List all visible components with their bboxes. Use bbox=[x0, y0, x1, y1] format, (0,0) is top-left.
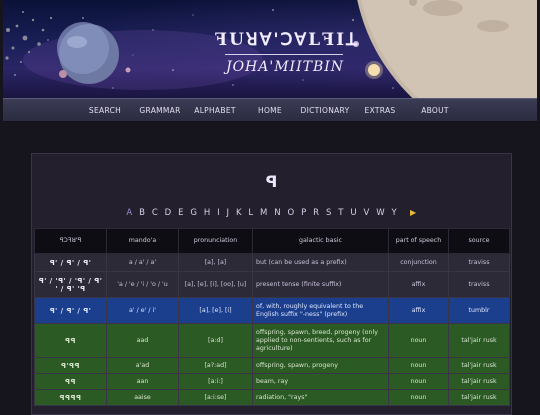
nav-dictionary[interactable]: DICTIONARY bbox=[298, 106, 353, 115]
letter-link-b[interactable]: B bbox=[139, 208, 145, 218]
letter-link-i[interactable]: I bbox=[217, 208, 220, 218]
cell-source[interactable]: tumblr bbox=[448, 297, 510, 324]
table-row[interactable]: ꟼ' / ꟼ' / ꟼ' a' / e' / i' [a], [e], [i] … bbox=[34, 297, 510, 324]
letter-link-t[interactable]: T bbox=[338, 208, 344, 218]
dictionary-table: ꟼꓛꟻꓤ'ꟼ mando'a pronunciation galactic ba… bbox=[34, 228, 510, 406]
cell-part-of-speech: noun bbox=[388, 389, 449, 406]
cell-mandoa: aaise bbox=[106, 389, 179, 406]
cell-galactic-basic: offspring, spawn, progeny bbox=[252, 357, 389, 374]
letter-link-a[interactable]: A bbox=[126, 208, 132, 218]
cell-glyph: ꟼ' / ꟼ' / ꟼ' bbox=[34, 253, 107, 272]
site-logo-title[interactable]: JOHA'MIITBIN bbox=[215, 59, 355, 75]
cell-pronunciation: [a], [e], [i], [oo], [u] bbox=[178, 271, 253, 298]
table-row[interactable]: ꟼ'ꟼꟼ a'ad [a?:ad] offspring, spawn, prog… bbox=[34, 357, 510, 374]
letter-link-m[interactable]: M bbox=[260, 208, 268, 218]
cell-mandoa: aad bbox=[106, 323, 179, 358]
cell-part-of-speech: conjunction bbox=[388, 253, 449, 272]
cell-pronunciation: [a:d] bbox=[178, 323, 253, 358]
table-row[interactable]: ꟼꟼꟼꟼ aaise [a:i:se] radiation, "rays" no… bbox=[34, 389, 510, 406]
header-source: source bbox=[448, 228, 510, 254]
letter-link-k[interactable]: K bbox=[236, 208, 242, 218]
cell-galactic-basic: radiation, "rays" bbox=[252, 389, 389, 406]
letter-link-d[interactable]: D bbox=[165, 208, 172, 218]
header-pronunciation: pronunciation bbox=[178, 228, 253, 254]
header-mandoa: mando'a bbox=[106, 228, 179, 254]
cell-part-of-speech: affix bbox=[388, 271, 449, 298]
header-part-of-speech: part of speech bbox=[388, 228, 449, 254]
nav-grammar[interactable]: GRAMMAR bbox=[133, 106, 188, 115]
cell-source[interactable]: traviss bbox=[448, 271, 510, 298]
nav-extras[interactable]: EXTRAS bbox=[353, 106, 408, 115]
letter-link-c[interactable]: C bbox=[152, 208, 158, 218]
letter-link-j[interactable]: J bbox=[227, 208, 230, 218]
cell-source[interactable]: tal'jair rusk bbox=[448, 357, 510, 374]
table-row[interactable]: ꟼꟼ aan [a:i:] beam, ray noun tal'jair ru… bbox=[34, 373, 510, 390]
logo-divider bbox=[225, 54, 343, 55]
cell-pronunciation: [a], [a] bbox=[178, 253, 253, 272]
letter-link-p[interactable]: P bbox=[301, 208, 307, 218]
cell-pronunciation: [a:i:se] bbox=[178, 389, 253, 406]
header-glyph: ꟼꓛꟻꓤ'ꟼ bbox=[34, 228, 107, 254]
letter-link-e[interactable]: E bbox=[178, 208, 184, 218]
table-row[interactable]: ꟼꟼ aad [a:d] offspring, spawn, breed, pr… bbox=[34, 323, 510, 358]
letter-link-s[interactable]: S bbox=[326, 208, 332, 218]
current-letter-glyph: ꟼ bbox=[265, 172, 278, 191]
letter-link-h[interactable]: H bbox=[204, 208, 211, 218]
cell-glyph: ꟼ' / ꟼ' / ꟼ' bbox=[34, 297, 107, 324]
letter-link-l[interactable]: L bbox=[248, 208, 253, 218]
letter-link-y[interactable]: Y bbox=[391, 208, 397, 218]
cell-galactic-basic: offspring, spawn, breed, progeny (only a… bbox=[252, 323, 389, 358]
dictionary-panel: ꟼ A B C D E G H I J K L M N O P R S T U … bbox=[31, 153, 512, 415]
main-nav: SEARCH GRAMMAR ALPHABET HOME DICTIONARY … bbox=[3, 98, 537, 122]
cell-galactic-basic: but (can be used as a prefix) bbox=[252, 253, 389, 272]
header-galactic-basic: galactic basic bbox=[252, 228, 389, 254]
nav-home[interactable]: HOME bbox=[243, 106, 298, 115]
cell-glyph: ꟼꟼꟼꟼ bbox=[34, 389, 107, 406]
letter-link-u[interactable]: U bbox=[350, 208, 357, 218]
cell-mandoa: 'a / 'e / 'i / 'o / 'u bbox=[106, 271, 179, 298]
cell-mandoa: a' / e' / i' bbox=[106, 297, 179, 324]
letter-link-o[interactable]: O bbox=[288, 208, 295, 218]
nav-about[interactable]: ABOUT bbox=[408, 106, 463, 115]
alphabet-index: A B C D E G H I J K L M N O P R S T U V … bbox=[32, 208, 511, 218]
letter-link-n[interactable]: N bbox=[274, 208, 281, 218]
cell-glyph: ꟼ' / 'ꟼ' / 'ꟼ' / ꟼ' ' / ꟼ' 'ꟼ bbox=[34, 271, 107, 298]
cell-mandoa: aan bbox=[106, 373, 179, 390]
cell-pronunciation: [a:i:] bbox=[178, 373, 253, 390]
letter-link-w[interactable]: W bbox=[376, 208, 385, 218]
cell-pronunciation: [a?:ad] bbox=[178, 357, 253, 374]
logo-glyphs[interactable]: ꟻUꓤꓯ'ꓛꓯLꟻIꓕ bbox=[215, 30, 356, 50]
nav-search[interactable]: SEARCH bbox=[78, 106, 133, 115]
cell-part-of-speech: noun bbox=[388, 373, 449, 390]
cell-source[interactable]: tal'jair rusk bbox=[448, 323, 510, 358]
cell-galactic-basic: of, with, roughly equivalent to the Engl… bbox=[252, 297, 389, 324]
nav-alphabet[interactable]: ALPHABET bbox=[188, 106, 243, 115]
letter-link-g[interactable]: G bbox=[190, 208, 197, 218]
letter-link-r[interactable]: R bbox=[313, 208, 319, 218]
cell-mandoa: a / a' / a' bbox=[106, 253, 179, 272]
cell-glyph: ꟼꟼ bbox=[34, 373, 107, 390]
table-row[interactable]: ꟼ' / 'ꟼ' / 'ꟼ' / ꟼ' ' / ꟼ' 'ꟼ 'a / 'e / … bbox=[34, 271, 510, 298]
cell-mandoa: a'ad bbox=[106, 357, 179, 374]
next-letter-arrow-icon[interactable]: ▶ bbox=[410, 208, 417, 217]
site-banner: ꟻUꓤꓯ'ꓛꓯLꟻIꓕ JOHA'MIITBIN bbox=[3, 0, 537, 98]
cell-part-of-speech: affix bbox=[388, 297, 449, 324]
cell-part-of-speech: noun bbox=[388, 357, 449, 374]
table-row[interactable]: ꟼ' / ꟼ' / ꟼ' a / a' / a' [a], [a] but (c… bbox=[34, 253, 510, 272]
cell-glyph: ꟼꟼ bbox=[34, 323, 107, 358]
cell-source[interactable]: tal'jair rusk bbox=[448, 373, 510, 390]
cell-pronunciation: [a], [e], [i] bbox=[178, 297, 253, 324]
table-header-row: ꟼꓛꟻꓤ'ꟼ mando'a pronunciation galactic ba… bbox=[34, 228, 510, 254]
cell-part-of-speech: noun bbox=[388, 323, 449, 358]
cell-galactic-basic: beam, ray bbox=[252, 373, 389, 390]
cell-glyph: ꟼ'ꟼꟼ bbox=[34, 357, 107, 374]
cell-source[interactable]: traviss bbox=[448, 253, 510, 272]
cell-galactic-basic: present tense (finite suffix) bbox=[252, 271, 389, 298]
cell-source[interactable]: tal'jair rusk bbox=[448, 389, 510, 406]
letter-link-v[interactable]: V bbox=[363, 208, 369, 218]
